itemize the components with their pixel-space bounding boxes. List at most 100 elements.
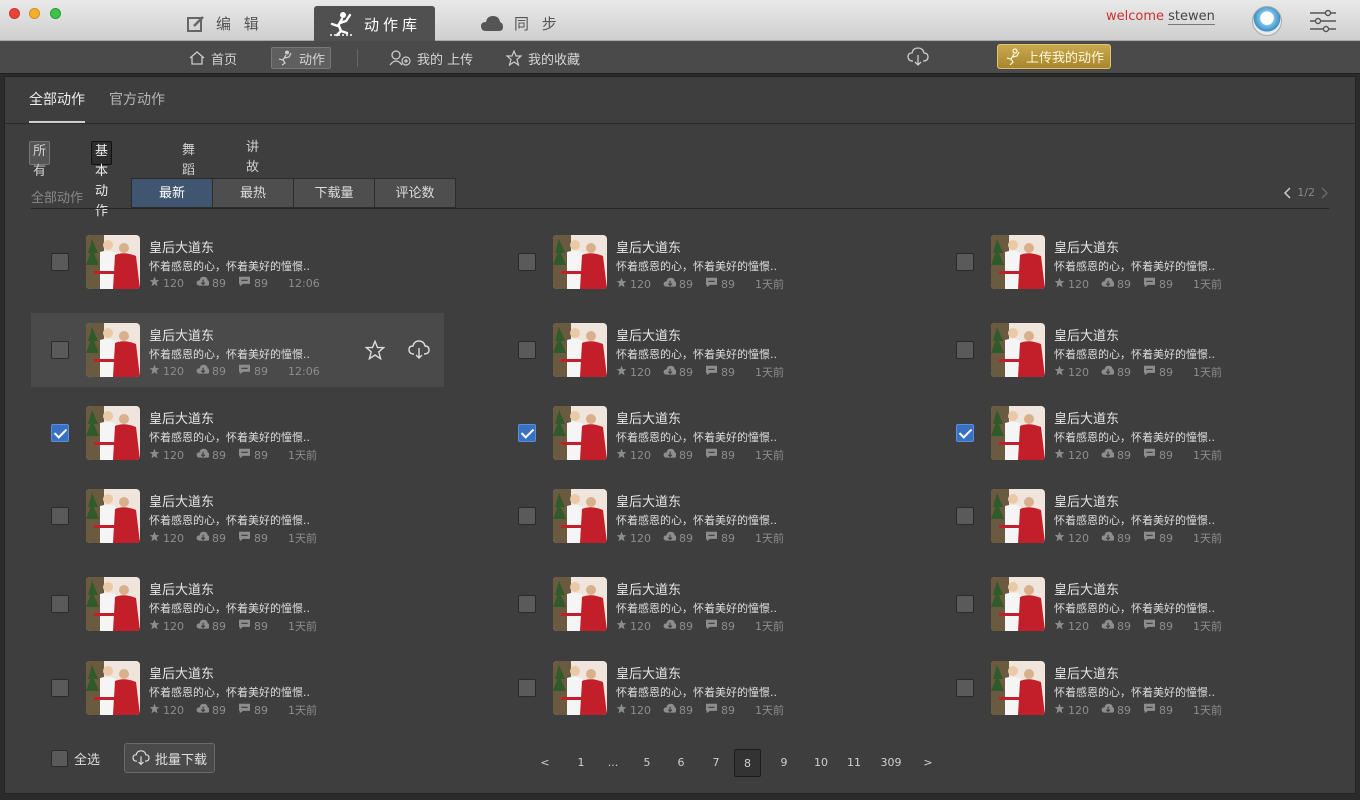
card-title[interactable]: 皇后大道东 (149, 663, 214, 682)
nav-home[interactable]: 首页 (184, 47, 242, 69)
card-checkbox[interactable] (956, 679, 974, 697)
page-number[interactable]: 5 (640, 749, 654, 777)
card-title[interactable]: 皇后大道东 (149, 237, 214, 256)
card-title[interactable]: 皇后大道东 (616, 579, 681, 598)
tab-all-actions[interactable]: 全部动作 (29, 77, 85, 123)
nav-my-upload[interactable]: 我的 上传 (384, 47, 478, 69)
action-card[interactable]: 皇后大道东 怀着感恩的心，怀着美好的憧憬.. 120 89 89 1天前 (498, 651, 911, 725)
action-thumbnail[interactable] (86, 406, 140, 460)
username[interactable]: stewen (1168, 9, 1215, 25)
action-card[interactable]: 皇后大道东 怀着感恩的心，怀着美好的憧憬.. 120 89 89 1天前 (936, 567, 1349, 641)
welcome-user[interactable]: welcome stewen (1106, 9, 1215, 25)
action-thumbnail[interactable] (553, 661, 607, 715)
card-checkbox[interactable] (51, 595, 69, 613)
action-thumbnail[interactable] (86, 489, 140, 543)
action-card[interactable]: 皇后大道东 怀着感恩的心，怀着美好的憧憬.. 120 89 89 1天前 (936, 651, 1349, 725)
window-close-button[interactable] (9, 8, 20, 19)
card-checkbox[interactable] (518, 507, 536, 525)
action-thumbnail[interactable] (991, 577, 1045, 631)
favorite-star-icon[interactable] (365, 340, 385, 360)
page-number[interactable]: 10 (811, 749, 831, 777)
card-checkbox[interactable] (518, 341, 536, 359)
sort-downloads-button[interactable]: 下载量 (293, 178, 375, 208)
action-card[interactable]: 皇后大道东 怀着感恩的心，怀着美好的憧憬.. 120 89 89 1天前 (498, 479, 911, 553)
card-title[interactable]: 皇后大道东 (149, 325, 214, 344)
card-checkbox[interactable] (518, 595, 536, 613)
filter-basic[interactable]: 基本动作 (91, 141, 113, 219)
action-card[interactable]: 皇后大道东 怀着感恩的心，怀着美好的憧憬.. 120 89 89 1天前 (936, 396, 1349, 470)
page-number[interactable]: 7 (709, 749, 723, 777)
action-thumbnail[interactable] (553, 489, 607, 543)
card-title[interactable]: 皇后大道东 (1054, 237, 1119, 256)
action-card[interactable]: 皇后大道东 怀着感恩的心，怀着美好的憧憬.. 120 89 89 1天前 (498, 313, 911, 387)
card-title[interactable]: 皇后大道东 (616, 325, 681, 344)
card-title[interactable]: 皇后大道东 (616, 237, 681, 256)
card-checkbox[interactable] (51, 424, 69, 442)
chevron-right-icon[interactable] (1321, 186, 1329, 199)
action-card[interactable]: 皇后大道东 怀着感恩的心，怀着美好的憧憬.. 120 89 89 1天前 (31, 396, 444, 470)
card-checkbox[interactable] (51, 679, 69, 697)
card-title[interactable]: 皇后大道东 (149, 408, 214, 427)
tab-sync[interactable]: 同 步 (480, 6, 561, 41)
card-title[interactable]: 皇后大道东 (1054, 325, 1119, 344)
action-thumbnail[interactable] (991, 489, 1045, 543)
action-thumbnail[interactable] (553, 406, 607, 460)
card-checkbox[interactable] (518, 679, 536, 697)
action-card[interactable]: 皇后大道东 怀着感恩的心，怀着美好的憧憬.. 120 89 89 1天前 (498, 567, 911, 641)
page-number[interactable]: 1 (574, 749, 588, 777)
action-card[interactable]: 皇后大道东 怀着感恩的心，怀着美好的憧憬.. 120 89 89 1天前 (498, 396, 911, 470)
tab-edit[interactable]: 编 辑 (186, 6, 263, 41)
upload-my-action-button[interactable]: 上传我的动作 (997, 44, 1112, 69)
action-card[interactable]: 皇后大道东 怀着感恩的心，怀着美好的憧憬.. 120 89 89 12:06 (31, 225, 444, 299)
card-title[interactable]: 皇后大道东 (149, 579, 214, 598)
card-title[interactable]: 皇后大道东 (1054, 491, 1119, 510)
action-card[interactable]: 皇后大道东 怀着感恩的心，怀着美好的憧憬.. 120 89 89 1天前 (31, 479, 444, 553)
card-checkbox[interactable] (956, 253, 974, 271)
action-thumbnail[interactable] (553, 323, 607, 377)
page-number[interactable]: 8 (734, 749, 761, 777)
select-all-checkbox[interactable] (51, 750, 68, 767)
action-thumbnail[interactable] (86, 661, 140, 715)
action-thumbnail[interactable] (991, 661, 1045, 715)
sort-comments-button[interactable]: 评论数 (374, 178, 456, 208)
card-checkbox[interactable] (956, 595, 974, 613)
sort-newest-button[interactable]: 最新 (131, 178, 213, 208)
nav-my-favorites[interactable]: 我的收藏 (501, 47, 585, 69)
tab-action-library[interactable]: 动作库 (314, 6, 435, 42)
nav-action[interactable]: 动作 (271, 47, 332, 69)
card-checkbox[interactable] (51, 341, 69, 359)
card-title[interactable]: 皇后大道东 (149, 491, 214, 510)
avatar[interactable] (1252, 6, 1282, 36)
action-card[interactable]: 皇后大道东 怀着感恩的心，怀着美好的憧憬.. 120 89 89 1天前 (498, 225, 911, 299)
card-title[interactable]: 皇后大道东 (616, 663, 681, 682)
card-checkbox[interactable] (51, 253, 69, 271)
filter-dance[interactable]: 舞蹈 (179, 141, 198, 178)
action-card[interactable]: 皇后大道东 怀着感恩的心，怀着美好的憧憬.. 120 89 89 1天前 (31, 567, 444, 641)
card-checkbox[interactable] (956, 424, 974, 442)
settings-sliders-icon[interactable] (1309, 9, 1337, 33)
card-checkbox[interactable] (956, 507, 974, 525)
page-number[interactable]: 6 (674, 749, 688, 777)
page-number[interactable]: 309 (878, 749, 904, 777)
action-card[interactable]: 皇后大道东 怀着感恩的心，怀着美好的憧憬.. 120 89 89 1天前 (31, 651, 444, 725)
card-title[interactable]: 皇后大道东 (616, 491, 681, 510)
action-thumbnail[interactable] (86, 235, 140, 289)
next-page-button[interactable]: > (923, 749, 933, 777)
window-maximize-button[interactable] (50, 8, 61, 19)
page-number[interactable]: 11 (844, 749, 864, 777)
action-thumbnail[interactable] (991, 235, 1045, 289)
page-number[interactable]: 9 (777, 749, 791, 777)
batch-download-button[interactable]: 批量下载 (124, 743, 216, 773)
sort-hottest-button[interactable]: 最热 (212, 178, 294, 208)
card-title[interactable]: 皇后大道东 (1054, 579, 1119, 598)
tab-official-actions[interactable]: 官方动作 (109, 77, 165, 123)
action-thumbnail[interactable] (991, 323, 1045, 377)
card-title[interactable]: 皇后大道东 (1054, 663, 1119, 682)
prev-page-button[interactable]: < (540, 749, 550, 777)
select-all[interactable]: 全选 (51, 749, 100, 768)
action-thumbnail[interactable] (86, 323, 140, 377)
card-checkbox[interactable] (518, 253, 536, 271)
action-thumbnail[interactable] (553, 235, 607, 289)
card-checkbox[interactable] (956, 341, 974, 359)
action-card[interactable]: 皇后大道东 怀着感恩的心，怀着美好的憧憬.. 120 89 89 1天前 (936, 225, 1349, 299)
